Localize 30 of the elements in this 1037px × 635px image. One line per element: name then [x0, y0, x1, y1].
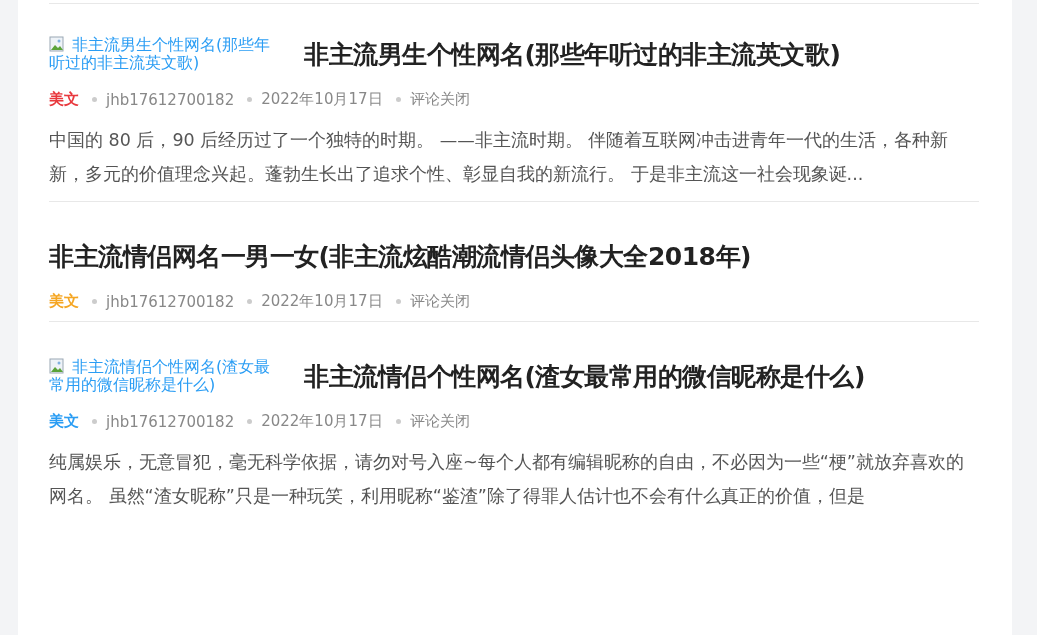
post-title[interactable]: 非主流男生个性网名(那些年听过的非主流英文歌) [304, 37, 841, 71]
category-link[interactable]: 美文 [49, 90, 79, 109]
post-title[interactable]: 非主流情侣个性网名(渣女最常用的微信昵称是什么) [304, 359, 865, 393]
post-excerpt: 纯属娱乐，无意冒犯，毫无科学依据，请勿对号入座~每个人都有编辑昵称的自由，不必因为一些“梗”就放弃喜欢的网名。 虽然“渣女昵称”只是一种玩笑，利用昵称“鉴渣”除了得罪人估计也不会有什么真正的价值，但是 [49, 451, 965, 508]
separator-dot [247, 97, 253, 102]
broken-image-icon [49, 35, 65, 52]
separator-dot [92, 419, 97, 424]
comments-status: 评论关闭 [409, 292, 470, 311]
category-link[interactable]: 美文 [49, 412, 79, 431]
post-date: 2022年10月17日 [261, 292, 383, 311]
post-title[interactable]: 非主流情侣网名一男一女(非主流炫酷潮流情侣头像大全2018年) [49, 239, 751, 273]
category-link[interactable]: 美文 [49, 292, 79, 311]
separator-dot [92, 97, 97, 102]
comments-status: 评论关闭 [409, 412, 470, 431]
separator-dot [247, 299, 253, 304]
comments-status: 评论关闭 [409, 90, 470, 109]
author-link[interactable]: jhb17612700182 [106, 412, 235, 431]
post-date: 2022年10月17日 [261, 90, 383, 109]
separator-dot [395, 419, 401, 424]
separator-dot [247, 419, 253, 424]
author-link[interactable]: jhb17612700182 [106, 292, 235, 311]
post-date: 2022年10月17日 [261, 412, 383, 431]
author-link[interactable]: jhb17612700182 [106, 90, 235, 109]
post-excerpt: 中国的 80 后，90 后经历过了一个独特的时期。 ——非主流时期。 伴随着互联网冲击进青年一代的生活，各种新新，多元的价值理念兴起。蓬勃生长出了追求个性、彰显自我的新流行。 于是非主流这一社会现象诞... [49, 129, 950, 186]
thumbnail-link[interactable]: 非主流男生个性网名(那些年听过的非主流英文歌) [49, 35, 274, 73]
separator-dot [92, 299, 97, 304]
thumbnail-link[interactable]: 非主流情侣个性网名(渣女最常用的微信昵称是什么) [49, 357, 274, 395]
broken-image-icon [49, 357, 65, 374]
separator-dot [395, 97, 401, 102]
separator-dot [395, 299, 401, 304]
